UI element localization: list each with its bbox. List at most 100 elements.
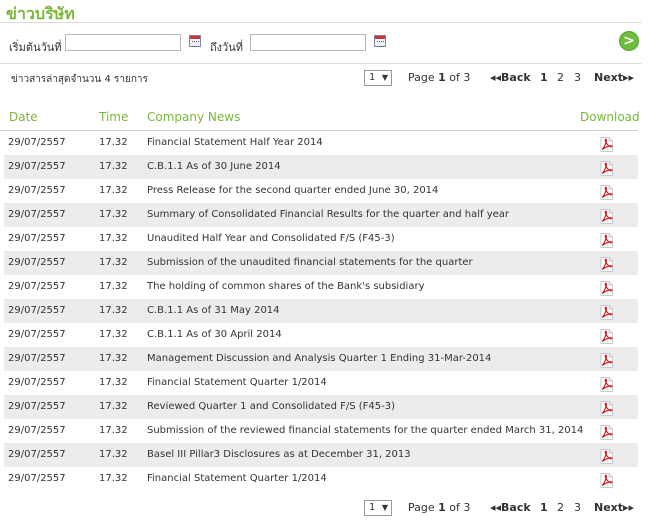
row-news-title[interactable]: Submission of the reviewed financial sta… — [147, 425, 583, 436]
row-time: 17.32 — [99, 449, 128, 460]
news-count-info: ข่าวสารล่าสุดจำนวน 4 รายการ — [11, 74, 148, 85]
row-time: 17.32 — [99, 425, 128, 436]
row-time: 17.32 — [99, 377, 128, 388]
row-news-title[interactable]: C.B.1.1 As of 31 May 2014 — [147, 305, 280, 316]
row-date: 29/07/2557 — [8, 473, 66, 484]
next-link[interactable]: Next▸▸ — [594, 501, 634, 514]
row-date: 29/07/2557 — [8, 281, 66, 292]
row-news-title[interactable]: Management Discussion and Analysis Quart… — [147, 353, 491, 364]
from-date-label: เริ่มต้นวันที่ — [9, 41, 62, 54]
pdf-icon[interactable] — [600, 137, 613, 152]
arrow-right-icon: > — [623, 33, 635, 49]
table-row: 29/07/2557 17.32 Submission of the reviewe… — [4, 419, 638, 443]
row-time: 17.32 — [99, 137, 128, 148]
page-info: Page 1 of 3 — [408, 71, 471, 84]
row-time: 17.32 — [99, 209, 128, 220]
back-link[interactable]: ◂◂Back — [490, 501, 531, 514]
row-date: 29/07/2557 — [8, 257, 66, 268]
page-link-3[interactable]: 3 — [574, 501, 581, 514]
pdf-icon[interactable] — [600, 209, 613, 224]
title-divider — [0, 22, 642, 23]
page-link-2[interactable]: 2 — [557, 71, 564, 84]
news-table-body: 29/07/2557 17.32 Financial Statement Half … — [4, 131, 638, 491]
table-row: 29/07/2557 17.32 Submission of the unaudit… — [4, 251, 638, 275]
company-news-header: Company News — [147, 110, 241, 124]
pdf-icon[interactable] — [600, 305, 613, 320]
row-time: 17.32 — [99, 473, 128, 484]
table-row: 29/07/2557 17.32 C.B.1.1 As of 30 April 20… — [4, 323, 638, 347]
page-link-3[interactable]: 3 — [574, 71, 581, 84]
row-time: 17.32 — [99, 233, 128, 244]
pdf-icon[interactable] — [600, 233, 613, 248]
from-date-input[interactable] — [65, 34, 181, 51]
row-news-title[interactable]: Unaudited Half Year and Consolidated F/S… — [147, 233, 395, 244]
pdf-icon[interactable] — [600, 473, 613, 488]
go-button[interactable]: > — [619, 31, 639, 51]
table-row: 29/07/2557 17.32 Financial Statement Quart… — [4, 371, 638, 395]
pdf-icon[interactable] — [600, 401, 613, 416]
row-news-title[interactable]: Reviewed Quarter 1 and Consolidated F/S … — [147, 401, 395, 412]
row-time: 17.32 — [99, 401, 128, 412]
page-link-2[interactable]: 2 — [557, 501, 564, 514]
row-news-title[interactable]: The holding of common shares of the Bank… — [147, 281, 425, 292]
page-link-1[interactable]: 1 — [540, 501, 548, 514]
date-search-form: เริ่มต้นวันที่ ถึงวันที่ — [0, 34, 650, 56]
row-date: 29/07/2557 — [8, 137, 66, 148]
calendar-icon[interactable] — [374, 35, 386, 47]
next-link[interactable]: Next▸▸ — [594, 71, 634, 84]
row-news-title[interactable]: C.B.1.1 As of 30 April 2014 — [147, 329, 282, 340]
row-date: 29/07/2557 — [8, 329, 66, 340]
pdf-icon[interactable] — [600, 257, 613, 272]
pager-bottom: 1 ▼ Page 1 of 3 ◂◂Back 1 2 3 Next▸▸ — [0, 498, 650, 518]
pdf-icon[interactable] — [600, 185, 613, 200]
to-date-input[interactable] — [250, 34, 366, 51]
table-row: 29/07/2557 17.32 Financial Statement Quart… — [4, 467, 638, 491]
date-header: Date — [9, 110, 38, 124]
time-header: Time — [99, 110, 129, 124]
pdf-icon[interactable] — [600, 377, 613, 392]
calendar-icon[interactable] — [189, 35, 201, 47]
page-select[interactable]: 1 ▼ — [364, 500, 392, 516]
row-news-title[interactable]: Financial Statement Half Year 2014 — [147, 137, 323, 148]
table-header: Date Time Company News Download — [0, 108, 640, 131]
page-select-value: 1 — [369, 502, 376, 513]
table-row: 29/07/2557 17.32 Press Release for the sec… — [4, 179, 638, 203]
download-header: Download — [580, 110, 640, 124]
row-news-title[interactable]: Summary of Consolidated Financial Result… — [147, 209, 509, 220]
page-select[interactable]: 1 ▼ — [364, 70, 392, 86]
page-link-1[interactable]: 1 — [540, 71, 548, 84]
table-row: 29/07/2557 17.32 Summary of Consolidated F… — [4, 203, 638, 227]
pdf-icon[interactable] — [600, 281, 613, 296]
row-news-title[interactable]: Financial Statement Quarter 1/2014 — [147, 377, 327, 388]
page-select-value: 1 — [369, 72, 376, 83]
table-row: 29/07/2557 17.32 The holding of common sha… — [4, 275, 638, 299]
to-date-label: ถึงวันที่ — [210, 41, 243, 54]
pdf-icon[interactable] — [600, 449, 613, 464]
table-row: 29/07/2557 17.32 C.B.1.1 As of 30 June 201… — [4, 155, 638, 179]
row-date: 29/07/2557 — [8, 305, 66, 316]
row-news-title[interactable]: Submission of the unaudited financial st… — [147, 257, 473, 268]
pdf-icon[interactable] — [600, 329, 613, 344]
pdf-icon[interactable] — [600, 425, 613, 440]
pdf-icon[interactable] — [600, 161, 613, 176]
pager-top: ข่าวสารล่าสุดจำนวน 4 รายการ 1 ▼ Page 1 of… — [0, 68, 650, 88]
row-date: 29/07/2557 — [8, 209, 66, 220]
table-row: 29/07/2557 17.32 Unaudited Half Year and C… — [4, 227, 638, 251]
row-news-title[interactable]: Basel III Pillar3 Disclosures as at Dece… — [147, 449, 411, 460]
pdf-icon[interactable] — [600, 353, 613, 368]
chevron-down-icon: ▼ — [381, 73, 388, 82]
page-info: Page 1 of 3 — [408, 501, 471, 514]
row-time: 17.32 — [99, 281, 128, 292]
back-link[interactable]: ◂◂Back — [490, 71, 531, 84]
row-news-title[interactable]: C.B.1.1 As of 30 June 2014 — [147, 161, 281, 172]
row-date: 29/07/2557 — [8, 353, 66, 364]
row-date: 29/07/2557 — [8, 401, 66, 412]
row-date: 29/07/2557 — [8, 377, 66, 388]
row-time: 17.32 — [99, 161, 128, 172]
table-row: 29/07/2557 17.32 Financial Statement Half … — [4, 131, 638, 155]
row-time: 17.32 — [99, 257, 128, 268]
page-title: ข่าวบริษัท — [6, 4, 75, 23]
row-news-title[interactable]: Press Release for the second quarter end… — [147, 185, 438, 196]
row-date: 29/07/2557 — [8, 449, 66, 460]
row-news-title[interactable]: Financial Statement Quarter 1/2014 — [147, 473, 327, 484]
